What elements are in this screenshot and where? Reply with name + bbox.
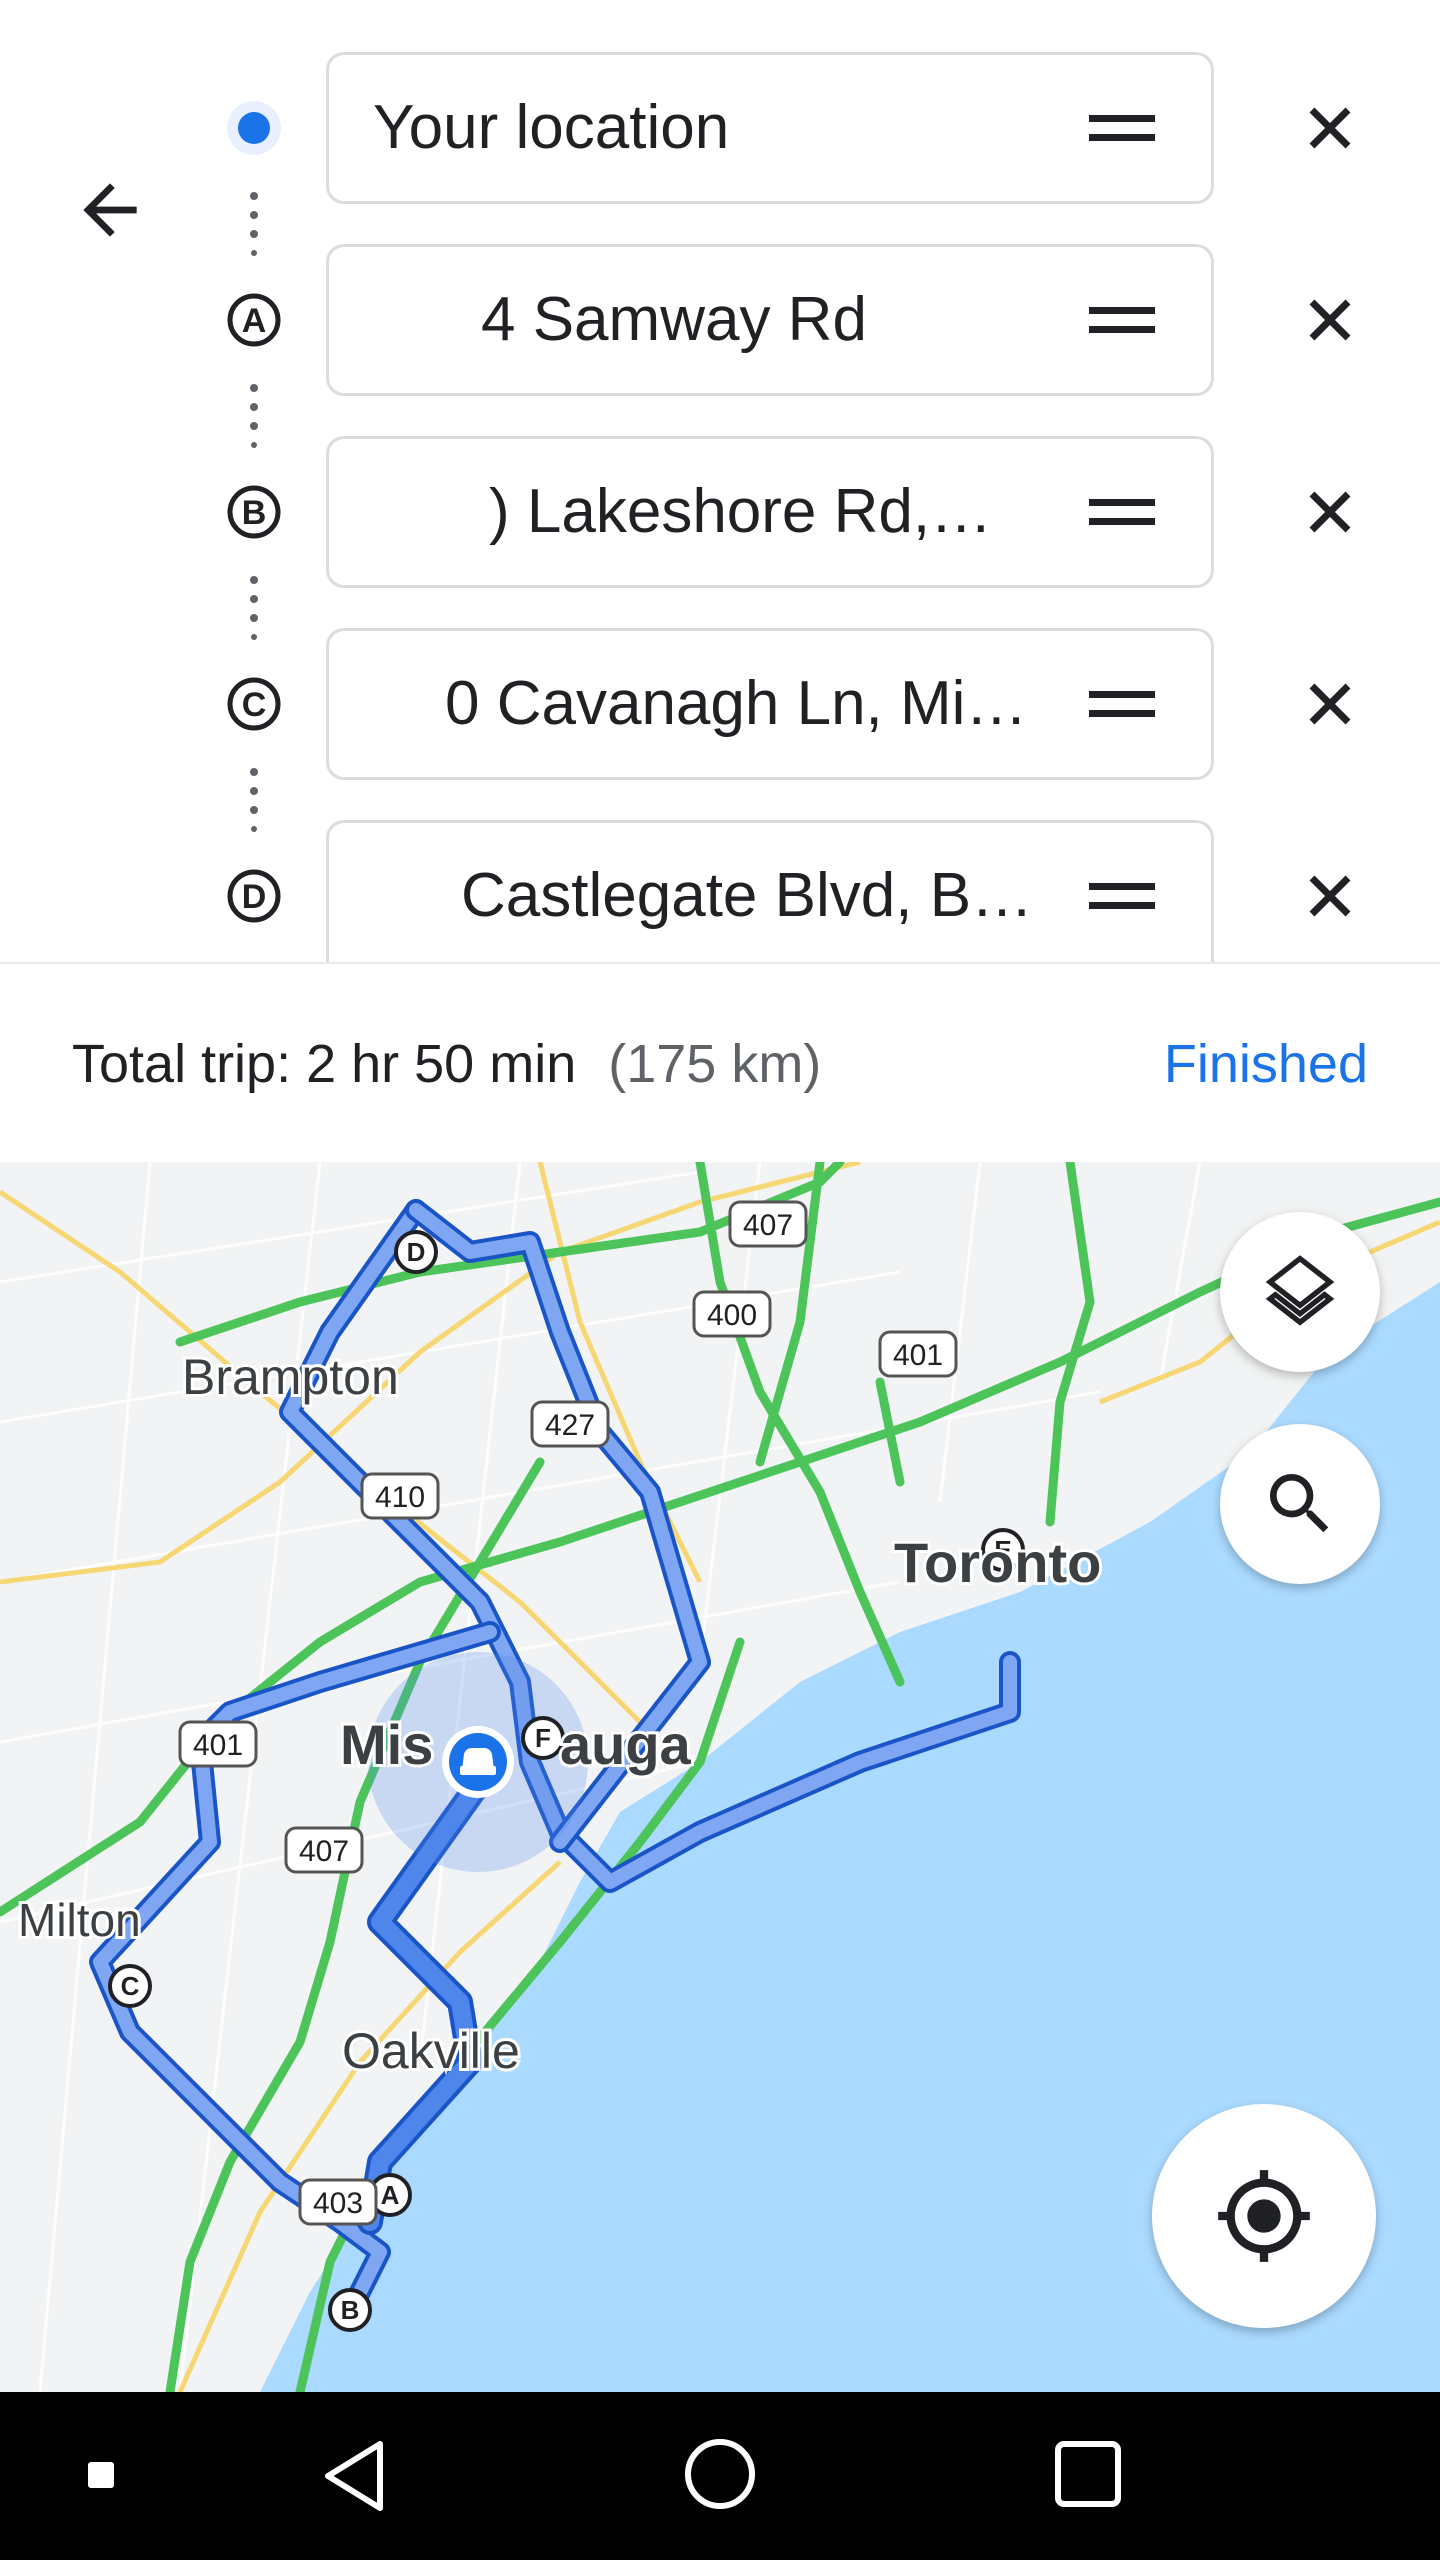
- my-location-icon: [1218, 2170, 1310, 2262]
- highway-403-shield: 403: [313, 2187, 363, 2220]
- map-waypoint-b: B: [341, 2295, 360, 2325]
- highway-401-west-shield: 401: [193, 1729, 243, 1762]
- layers-icon: [1265, 1255, 1335, 1326]
- stop-b-letter: B: [242, 494, 267, 532]
- stop-c-text: 0 Cavanagh Ln, Mi…: [445, 669, 1028, 738]
- nav-recents-icon[interactable]: [1052, 2438, 1124, 2510]
- close-icon: [1309, 491, 1351, 533]
- stop-b-text: ) Lakeshore Rd,…: [489, 477, 993, 546]
- stop-c-input[interactable]: 0 Cavanagh Ln, Mi…: [326, 628, 1214, 780]
- stop-b-marker: B: [227, 485, 281, 539]
- highway-410-shield: 410: [375, 1481, 425, 1514]
- highway-427-shield: 427: [545, 1409, 595, 1442]
- trip-summary: Total trip: 2 hr 50 min (175 km): [72, 964, 821, 1164]
- map-view[interactable]: D E F C A B 407 400 401 427 410 401 407 …: [0, 1162, 1440, 2392]
- route-connector: [250, 768, 258, 832]
- origin-input[interactable]: Your location: [326, 52, 1214, 204]
- close-icon: [1309, 683, 1351, 725]
- city-label-brampton: Brampton: [182, 1349, 399, 1405]
- route-connector: [250, 576, 258, 640]
- remove-stop-b-button[interactable]: [1296, 478, 1364, 546]
- highway-400-shield: 400: [707, 1299, 757, 1332]
- city-label-toronto: Toronto: [894, 1531, 1101, 1594]
- trip-summary-bar: Total trip: 2 hr 50 min (175 km) Finished: [0, 962, 1440, 1164]
- layers-button[interactable]: [1220, 1212, 1380, 1372]
- stop-a-marker: A: [227, 293, 281, 347]
- drag-handle-icon[interactable]: [1089, 879, 1155, 913]
- my-location-button[interactable]: [1152, 2104, 1376, 2328]
- remove-origin-button[interactable]: [1296, 94, 1364, 162]
- stop-d-text: Castlegate Blvd, B…: [461, 861, 1034, 930]
- nav-small-square-icon[interactable]: [88, 2462, 114, 2488]
- finished-button[interactable]: Finished: [1164, 964, 1368, 1164]
- search-button[interactable]: [1220, 1424, 1380, 1584]
- highway-407-west-shield: 407: [299, 1835, 349, 1868]
- city-label-mississauga-part1: Mis: [340, 1713, 433, 1776]
- current-location-dot: [227, 101, 281, 155]
- highway-407-shield: 407: [743, 1209, 793, 1242]
- remove-stop-c-button[interactable]: [1296, 670, 1364, 738]
- drag-handle-icon[interactable]: [1089, 495, 1155, 529]
- stop-a-input[interactable]: 4 Samway Rd: [326, 244, 1214, 396]
- back-button[interactable]: [60, 160, 160, 260]
- system-navigation-bar: [0, 2392, 1440, 2560]
- search-icon: [1270, 1474, 1329, 1533]
- close-icon: [1309, 299, 1351, 341]
- drag-handle-icon[interactable]: [1089, 687, 1155, 721]
- close-icon: [1309, 107, 1351, 149]
- city-label-milton: Milton: [18, 1894, 141, 1946]
- city-label-oakville: Oakville: [342, 2023, 520, 2079]
- stop-b-input[interactable]: ) Lakeshore Rd,…: [326, 436, 1214, 588]
- trip-duration: Total trip: 2 hr 50 min: [72, 1034, 577, 1094]
- highway-401-shield: 401: [893, 1339, 943, 1372]
- stop-d-letter: D: [242, 878, 267, 916]
- map-waypoint-a: A: [381, 2180, 400, 2210]
- remove-stop-d-button[interactable]: [1296, 862, 1364, 930]
- stop-c-marker: C: [227, 677, 281, 731]
- map-waypoint-d: D: [407, 1237, 426, 1267]
- stop-d-marker: D: [227, 869, 281, 923]
- stop-a-text: 4 Samway Rd: [481, 285, 867, 354]
- city-label-mississauga-part2: auga: [560, 1713, 692, 1776]
- close-icon: [1309, 875, 1351, 917]
- remove-stop-a-button[interactable]: [1296, 286, 1364, 354]
- stop-d-input[interactable]: Castlegate Blvd, B…: [326, 820, 1214, 962]
- origin-text: Your location: [373, 93, 730, 162]
- nav-back-icon[interactable]: [318, 2436, 388, 2516]
- directions-panel: Your location A 4 Samway Rd B ) Lakeshor…: [0, 0, 1440, 962]
- drag-handle-icon[interactable]: [1089, 303, 1155, 337]
- nav-home-icon[interactable]: [682, 2436, 758, 2512]
- car-icon: [442, 1726, 514, 1798]
- route-connector: [250, 384, 258, 448]
- drag-handle-icon[interactable]: [1089, 111, 1155, 145]
- route-connector: [250, 192, 258, 256]
- map-waypoint-c: C: [121, 1971, 140, 2001]
- arrow-left-icon: [83, 183, 137, 237]
- stop-c-letter: C: [242, 686, 267, 724]
- trip-distance: (175 km): [608, 1034, 822, 1094]
- stop-a-letter: A: [242, 302, 267, 340]
- map-waypoint-f: F: [535, 1723, 551, 1753]
